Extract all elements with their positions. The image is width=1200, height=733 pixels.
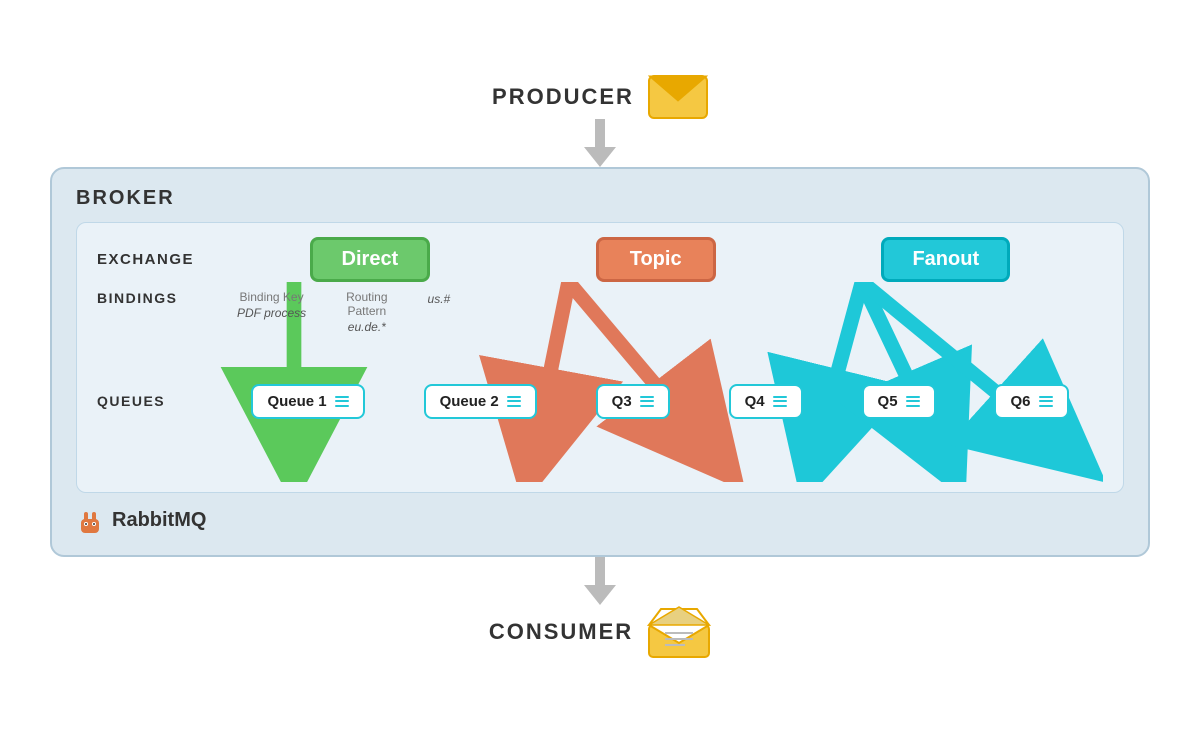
queue-4-lines	[773, 396, 787, 407]
broker-box: BROKER EXCHANGE Direct Topic Fanout	[50, 167, 1150, 557]
binding-ann-topic: RoutingPattern eu.de.*	[346, 290, 387, 334]
queue-5-label: Q5	[878, 393, 898, 410]
broker-label: BROKER	[76, 187, 1124, 210]
exchange-section-label: EXCHANGE	[97, 251, 217, 268]
bindings-labels: BINDINGS	[97, 290, 217, 306]
queues-row: QUEUES Queue 1 Queue 2	[97, 384, 1103, 419]
diagram: PRODUCER BROKER EXCHANGE Direct Topic Fa	[50, 75, 1150, 659]
routing-pattern-label: RoutingPattern	[346, 290, 387, 318]
queue-5-lines	[906, 396, 920, 407]
rabbitmq-icon	[76, 507, 104, 535]
binding-ann-topic-2: us.#	[428, 290, 451, 334]
exchange-row: EXCHANGE Direct Topic Fanout	[97, 237, 1103, 282]
exchange-topic-btn: Topic	[596, 237, 716, 282]
queue-6-lines	[1039, 396, 1053, 407]
binding-ann-direct: Binding Key PDF process	[237, 290, 306, 334]
queue-1-lines	[335, 396, 349, 407]
queue-6-label: Q6	[1010, 393, 1030, 410]
binding-key-value: PDF process	[237, 306, 306, 320]
queue-1: Queue 1	[251, 384, 364, 419]
queue-4: Q4	[729, 384, 803, 419]
queue-6: Q6	[994, 384, 1068, 419]
consumer-label: CONSUMER	[489, 619, 633, 645]
exchange-direct-btn: Direct	[310, 237, 430, 282]
binding-key-label: Binding Key	[240, 290, 304, 304]
exchange-fanout-btn: Fanout	[881, 237, 1010, 282]
queue-2: Queue 2	[424, 384, 537, 419]
queue-3-lines	[640, 396, 654, 407]
queue-3: Q3	[596, 384, 670, 419]
producer-to-broker-arrow	[50, 119, 1150, 167]
consumer-section: CONSUMER	[489, 605, 711, 659]
bindings-section-label: BINDINGS	[97, 290, 217, 306]
queues-list: Queue 1 Queue 2 Q3	[217, 384, 1103, 419]
consumer-envelope-icon	[647, 605, 711, 659]
exchange-section: EXCHANGE Direct Topic Fanout	[76, 222, 1124, 493]
producer-label: PRODUCER	[492, 84, 634, 110]
rabbitmq-label: RabbitMQ	[112, 509, 206, 532]
exchange-boxes: Direct Topic Fanout	[217, 237, 1103, 282]
queues-section-label: QUEUES	[97, 393, 217, 409]
broker-to-consumer-arrow	[50, 557, 1150, 605]
bindings-row: BINDINGS Binding Key PDF process Routing…	[97, 282, 1103, 334]
queue-4-label: Q4	[745, 393, 765, 410]
queue-3-label: Q3	[612, 393, 632, 410]
producer-section: PRODUCER	[492, 75, 708, 119]
queue-2-lines	[507, 396, 521, 407]
bindings-queues: BINDINGS Binding Key PDF process Routing…	[97, 282, 1103, 482]
binding-ann-fanout-spacer	[450, 290, 1093, 334]
binding-annotations: Binding Key PDF process RoutingPattern e…	[217, 290, 1103, 334]
queue-2-label: Queue 2	[440, 393, 499, 410]
producer-envelope-icon	[648, 75, 708, 119]
routing-pattern-us: us.#	[428, 292, 451, 306]
routing-pattern-eu: eu.de.*	[348, 320, 386, 334]
rabbitmq-row: RabbitMQ	[76, 507, 1124, 535]
queue-1-label: Queue 1	[267, 393, 326, 410]
queue-5: Q5	[862, 384, 936, 419]
